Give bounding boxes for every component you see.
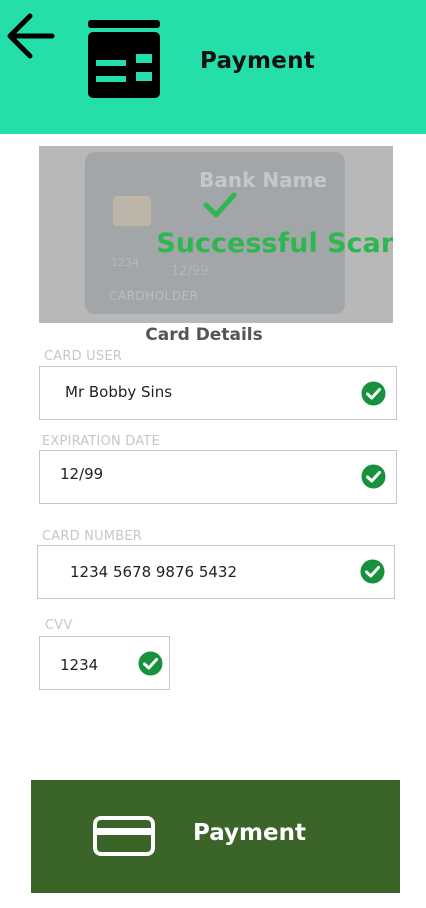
check-circle-icon [361, 381, 386, 406]
check-circle-icon [361, 464, 386, 489]
bank-name: Bank Name [199, 168, 327, 192]
payment-button[interactable]: Payment [31, 780, 400, 893]
check-circle-icon [360, 559, 385, 584]
card-user-value: Mr Bobby Sins [65, 383, 173, 401]
cvv-label: CVV [45, 618, 73, 633]
check-circle-icon [138, 651, 163, 676]
scan-status-text: Successful Scan [156, 228, 393, 259]
checkmark-icon [203, 192, 237, 218]
card-scan-preview: Bank Name 1234 12/99 CARDHOLDER Successf… [39, 146, 393, 323]
cardholder-label: CARDHOLDER [109, 289, 199, 303]
credit-card-icon [93, 816, 155, 856]
card-expiry-preview: 12/99 [171, 264, 209, 279]
card-number-field[interactable]: 1234 5678 9876 5432 [37, 545, 395, 599]
card-number-label: CARD NUMBER [42, 529, 142, 544]
cvv-field[interactable]: 1234 [39, 636, 170, 690]
card-details-title: Card Details [145, 325, 263, 345]
card-user-field[interactable]: Mr Bobby Sins [39, 366, 397, 420]
page-title: Payment [200, 48, 316, 74]
cvv-value: 1234 [60, 656, 99, 674]
payment-button-label: Payment [193, 820, 306, 846]
card-chip [113, 196, 151, 226]
payment-card-reader-icon [88, 20, 160, 98]
expiration-date-value: 12/99 [60, 465, 104, 483]
expiration-date-field[interactable]: 12/99 [39, 450, 397, 504]
app-header: Payment [0, 0, 426, 134]
arrow-left-icon[interactable] [6, 10, 58, 62]
card-user-label: CARD USER [44, 349, 122, 364]
expiration-date-label: EXPIRATION DATE [42, 434, 160, 449]
card-number-value: 1234 5678 9876 5432 [70, 563, 237, 581]
